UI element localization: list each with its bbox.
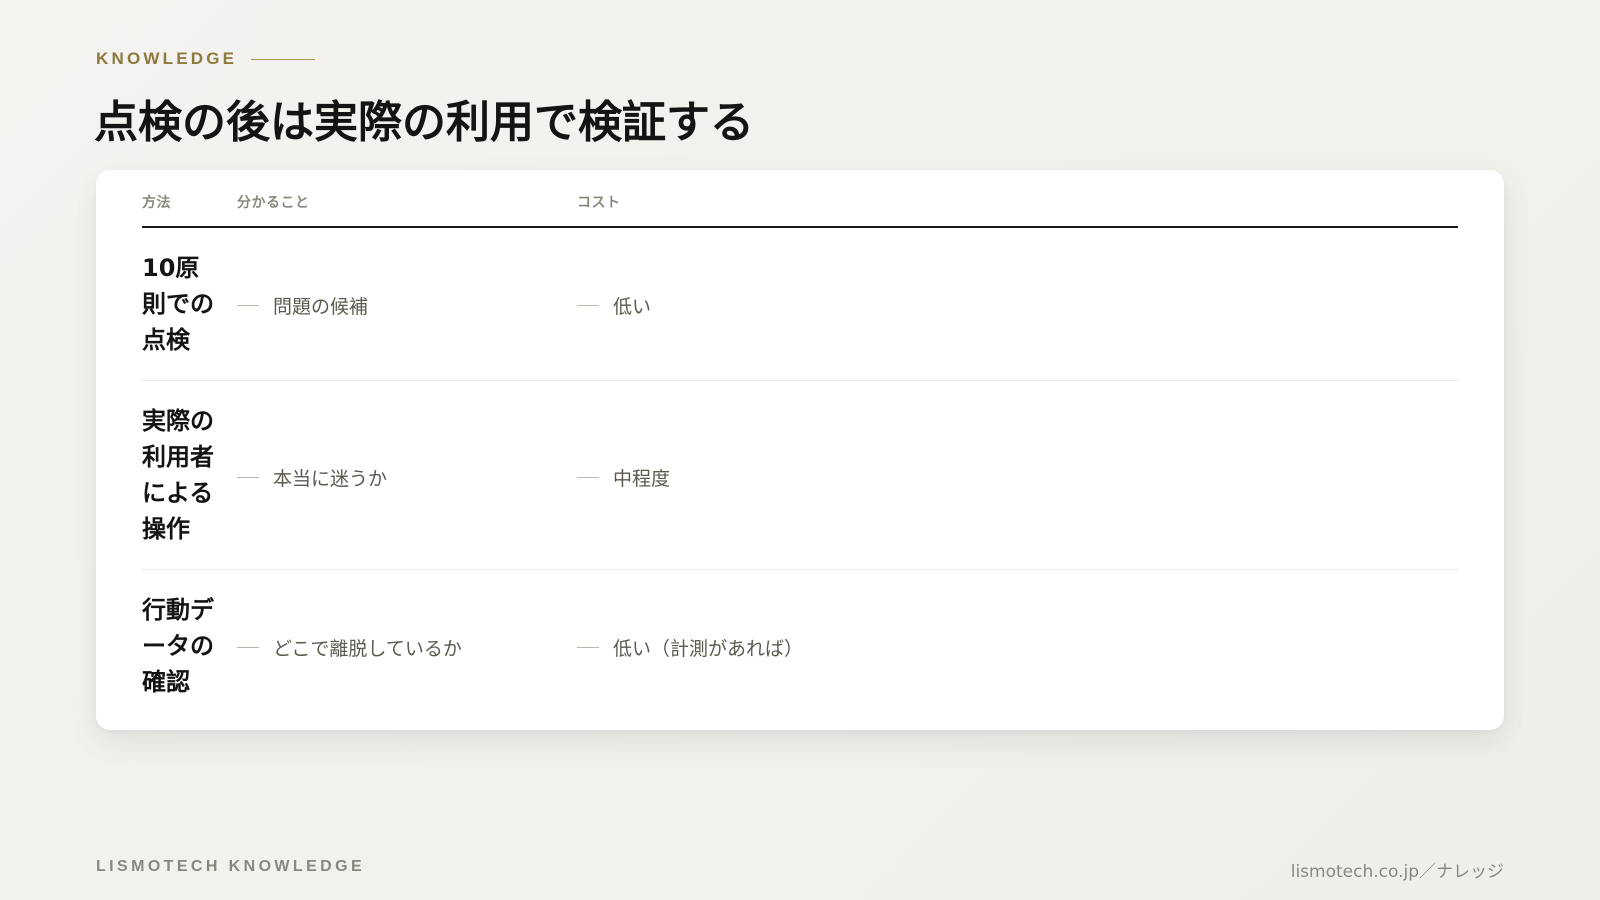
row-method: 行動データの確認 [142, 596, 214, 696]
row-cost: 低い [577, 292, 651, 319]
eyebrow: KNOWLEDGE [96, 49, 316, 69]
table-row: 実際の利用者による操作 本当に迷うか 中程度 [142, 381, 1458, 570]
dash-marker [577, 477, 599, 478]
table-row: 10原則での点検 問題の候補 低い [142, 228, 1458, 381]
eyebrow-label: KNOWLEDGE [96, 49, 238, 68]
table-row: 行動データの確認 どこで離脱しているか 低い（計測があれば） [142, 570, 1458, 730]
row-method: 実際の利用者による操作 [142, 407, 214, 543]
column-header-method: 方法 [142, 195, 171, 211]
table-header: 方法 分かること コスト [142, 194, 1458, 228]
dash-marker [237, 305, 259, 306]
page-title: 点検の後は実際の利用で検証する [94, 97, 754, 148]
row-finding: どこで離脱しているか [237, 634, 462, 661]
row-finding-text: 問題の候補 [273, 296, 369, 318]
dash-marker [577, 305, 599, 306]
row-finding-text: どこで離脱しているか [273, 638, 462, 660]
dash-marker [237, 647, 259, 648]
comparison-table: 方法 分かること コスト 10原則での点検 問題の候補 低い 実際の利用者による… [142, 194, 1458, 730]
row-finding-text: 本当に迷うか [273, 468, 388, 490]
row-finding: 問題の候補 [237, 292, 368, 319]
dash-marker [237, 477, 259, 478]
column-header-cost: コスト [577, 195, 621, 211]
row-finding: 本当に迷うか [237, 464, 387, 491]
comparison-card: 方法 分かること コスト 10原則での点検 問題の候補 低い 実際の利用者による… [96, 170, 1504, 730]
eyebrow-divider [251, 58, 316, 60]
row-method: 10原則での点検 [142, 254, 214, 354]
column-header-finding: 分かること [237, 195, 310, 211]
row-cost: 低い（計測があれば） [577, 634, 803, 661]
row-cost: 中程度 [577, 464, 670, 491]
row-cost-text: 低い（計測があれば） [613, 638, 804, 660]
footer-link[interactable]: lismotech.co.jp／ナレッジ [1291, 857, 1504, 882]
row-cost-text: 中程度 [613, 468, 671, 490]
row-cost-text: 低い [613, 296, 652, 318]
dash-marker [577, 647, 599, 648]
footer-brand: LISMOTECH KNOWLEDGE [96, 858, 366, 875]
